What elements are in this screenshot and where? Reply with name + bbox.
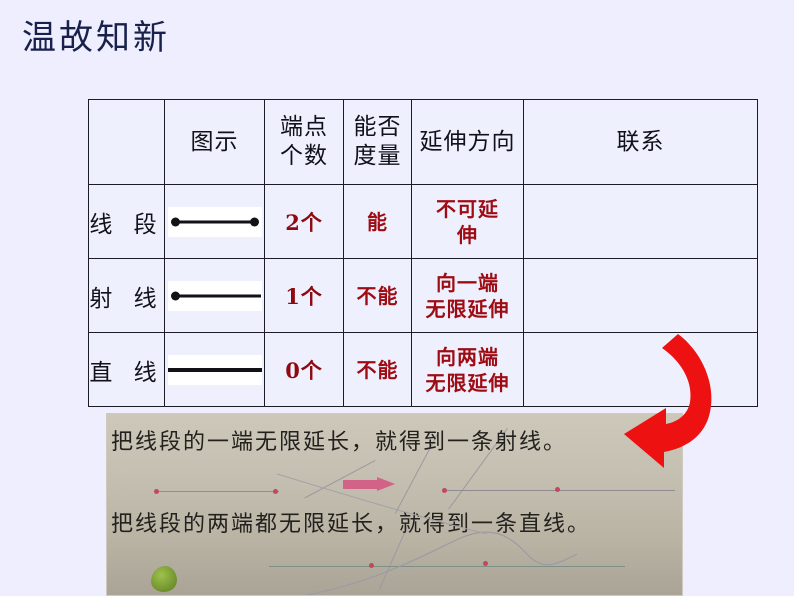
ray-endpoint-left-dot <box>170 291 180 300</box>
line-stroke <box>167 367 262 372</box>
straight-line-figure-icon <box>167 354 262 385</box>
header-cell-endpoints: 端点 个数 <box>264 99 344 185</box>
measurable-ray: 不能 <box>343 258 412 333</box>
photo-ray-dot-c <box>442 488 447 493</box>
textbook-photo: 把线段的一端无限延长，就得到一条射线。 把线段的两端都无限延长，就得到一条直线。 <box>106 413 683 596</box>
endpoints-count-ray: 1个 <box>264 258 344 333</box>
row-label-ray: 射 线 <box>88 258 165 333</box>
pink-arrow-shaft <box>343 480 379 489</box>
photo-ray-line-left <box>157 491 279 492</box>
direction-segment-line1: 不可延 <box>436 196 499 221</box>
direction-ray-line2: 无限延伸 <box>425 296 510 321</box>
direction-line: 向两端 无限延伸 <box>411 332 524 407</box>
direction-line-line1: 向两端 <box>436 344 499 369</box>
photo-line-dot-b <box>483 561 488 566</box>
table-row: 直 线 0个 不能 向两端 无限延伸 <box>88 332 758 407</box>
measurable-line: 不能 <box>343 332 412 407</box>
photo-caption-ray: 把线段的一端无限延长，就得到一条射线。 <box>111 430 568 455</box>
ray-figure-icon <box>167 280 262 311</box>
figure-cell-segment <box>164 184 265 259</box>
segment-endpoint-left-dot <box>170 217 180 226</box>
table-row: 线 段 2个 能 不可延 伸 <box>88 184 758 259</box>
photo-line-dot-a <box>369 563 374 568</box>
direction-line-line2: 无限延伸 <box>425 370 510 395</box>
relation-segment <box>523 184 758 259</box>
header-cell-figure: 图示 <box>164 99 265 185</box>
ray-stroke <box>174 294 261 297</box>
header-endpoints-line2: 个数 <box>280 143 328 169</box>
segment-stroke <box>174 220 255 223</box>
direction-segment-line2: 伸 <box>457 222 478 247</box>
endpoints-count-line: 0个 <box>264 332 344 407</box>
photo-ray-dot-d <box>555 487 560 492</box>
header-measurable-line1: 能否 <box>353 114 402 140</box>
direction-segment: 不可延 伸 <box>411 184 524 259</box>
row-label-segment: 线 段 <box>88 184 165 259</box>
direction-ray-line1: 向一端 <box>436 270 499 295</box>
figure-cell-ray <box>164 258 265 333</box>
endpoints-count-segment: 2个 <box>264 184 344 259</box>
photo-ray-line-right <box>445 490 675 491</box>
photo-caption-line: 把线段的两端都无限延长，就得到一条直线。 <box>111 512 592 537</box>
comparison-table: 图示 端点 个数 能否 度量 延伸方向 联系 线 段 2个 能 不可延 伸 射 … <box>88 99 758 407</box>
header-cell-measurable: 能否 度量 <box>343 99 412 185</box>
measurable-segment: 能 <box>343 184 412 259</box>
figure-cell-line <box>164 332 265 407</box>
photo-ray-dot-b <box>273 489 278 494</box>
row-label-line: 直 线 <box>88 332 165 407</box>
table-row: 射 线 1个 不能 向一端 无限延伸 <box>88 258 758 333</box>
photo-leaf-sticker-icon <box>151 566 177 592</box>
direction-ray: 向一端 无限延伸 <box>411 258 524 333</box>
table-header-row: 图示 端点 个数 能否 度量 延伸方向 联系 <box>88 99 758 185</box>
photo-straight-line <box>269 566 625 567</box>
header-cell-direction: 延伸方向 <box>411 99 524 185</box>
pink-arrow-head <box>377 477 395 491</box>
photo-pink-arrow-icon <box>343 477 395 491</box>
header-measurable-line2: 度量 <box>353 143 402 169</box>
relation-ray <box>523 258 758 333</box>
segment-figure-icon <box>167 206 262 237</box>
page-title: 温故知新 <box>22 18 170 58</box>
segment-endpoint-right-dot <box>249 217 259 226</box>
slide-canvas: 温故知新 图示 端点 个数 能否 度量 延伸方向 联系 线 段 2个 能 不可延… <box>0 0 794 596</box>
photo-ray-dot-a <box>154 489 159 494</box>
header-cell-relation: 联系 <box>523 99 758 185</box>
header-endpoints-line1: 端点 <box>280 114 328 140</box>
relation-line <box>523 332 758 407</box>
header-cell-corner <box>88 99 165 185</box>
